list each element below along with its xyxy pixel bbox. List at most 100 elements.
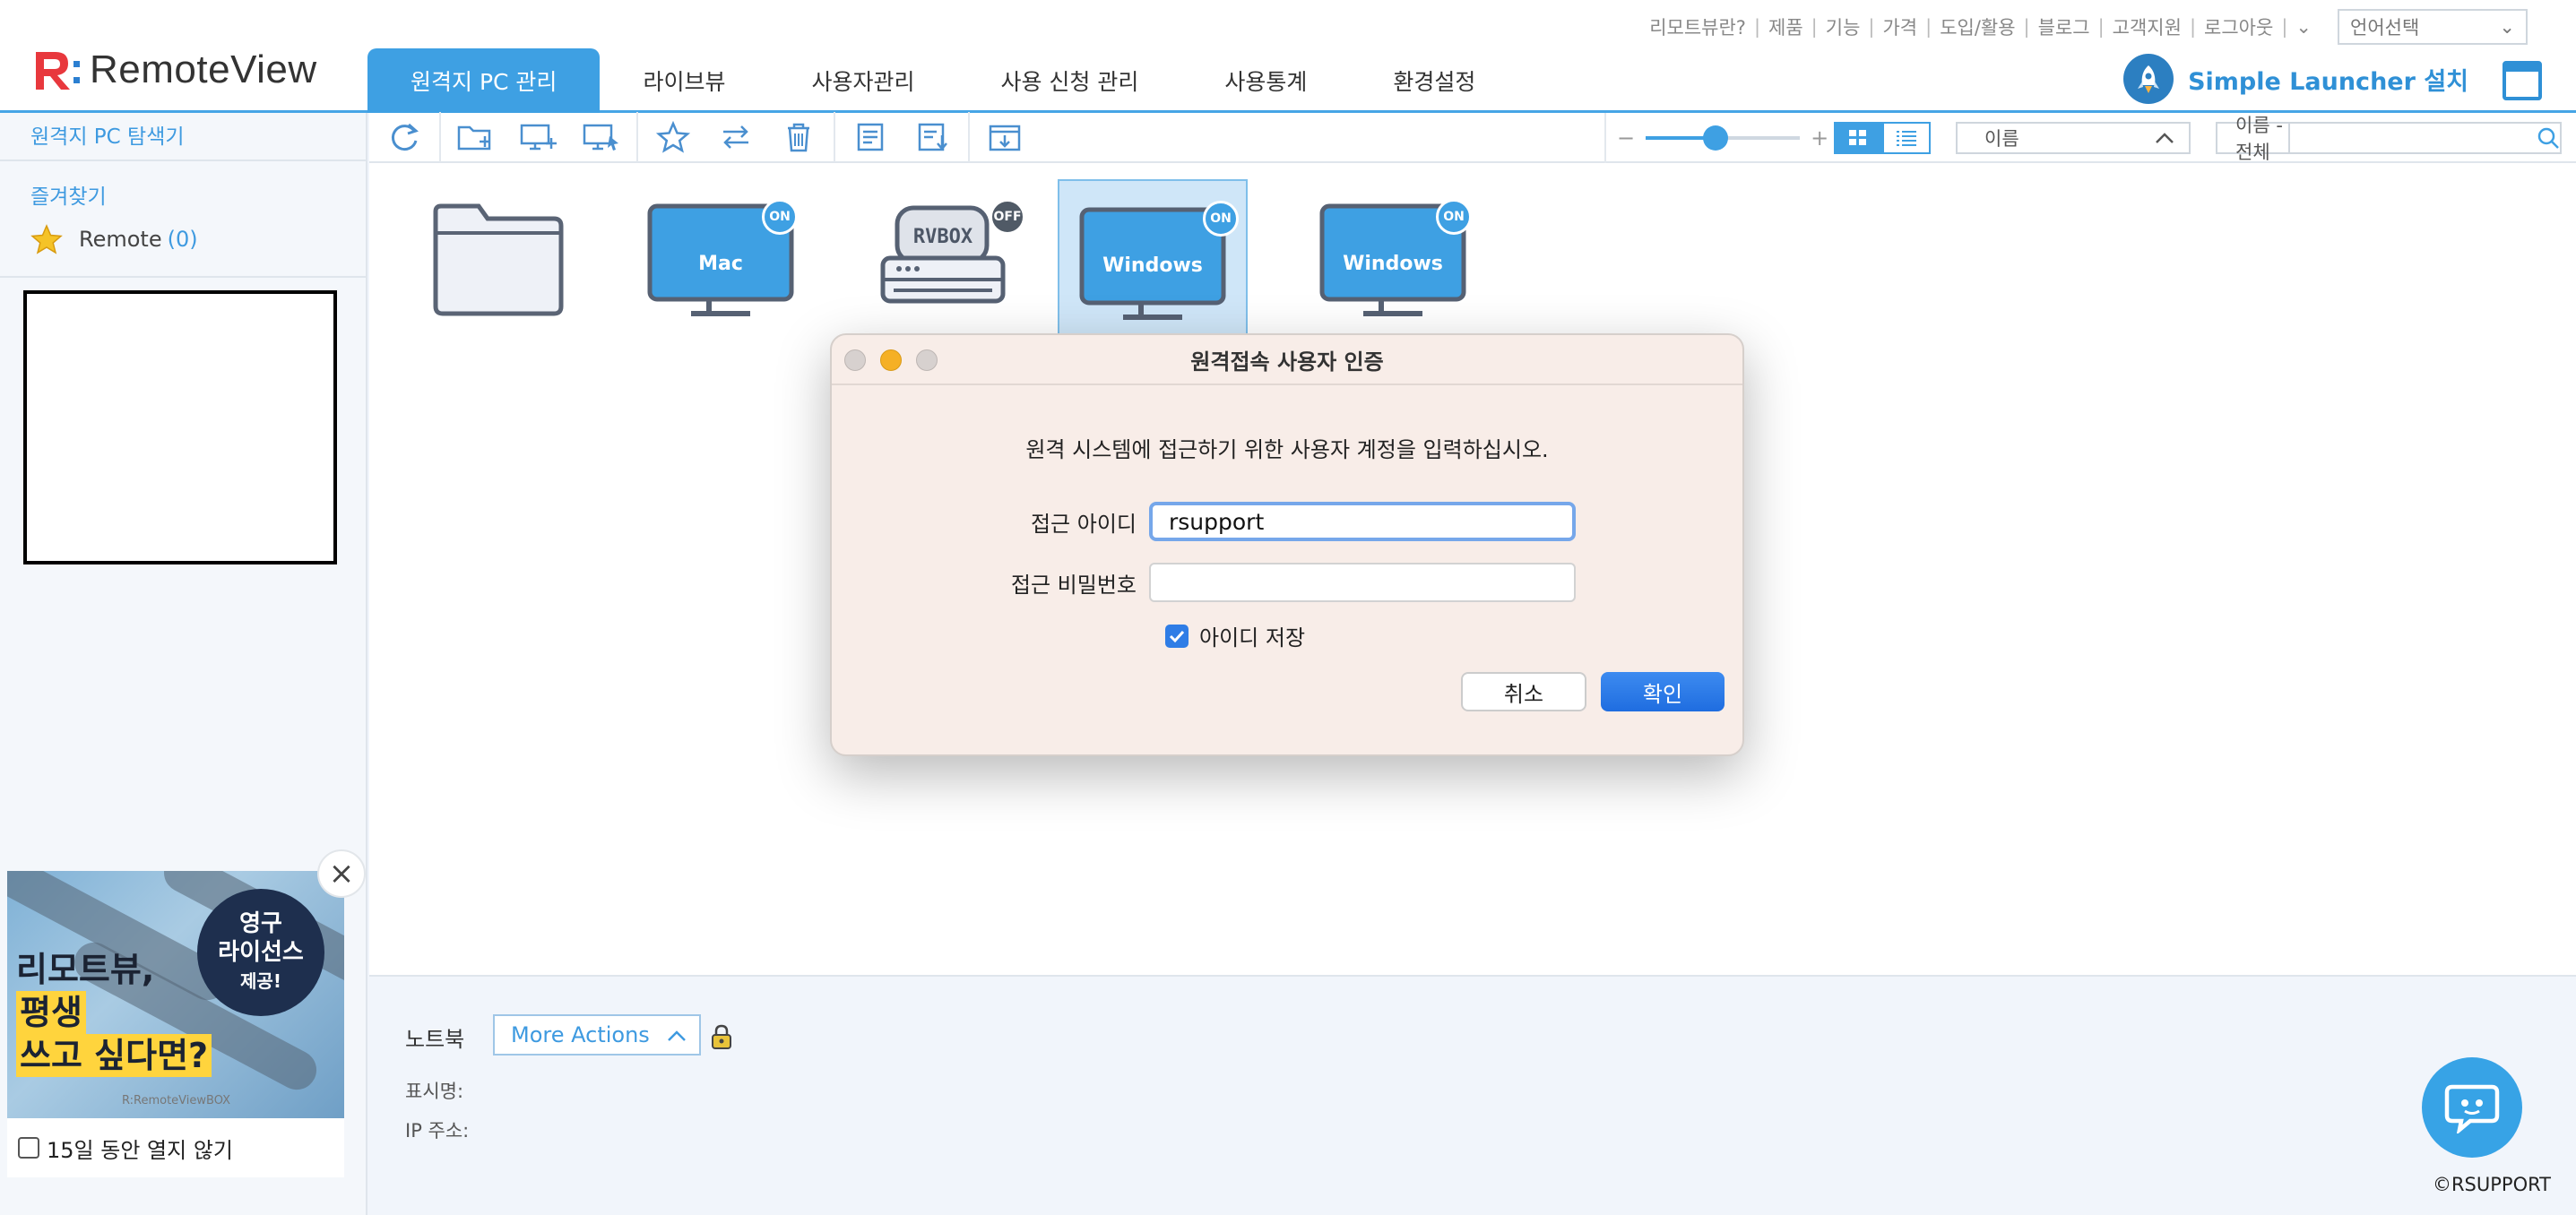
search-input[interactable] xyxy=(2290,124,2537,152)
language-select[interactable]: 언어선택 ⌄ xyxy=(2338,9,2528,45)
logo-mark-icon xyxy=(36,52,80,90)
tab-settings[interactable]: 환경설정 xyxy=(1350,48,1518,113)
status-badge: ON xyxy=(762,199,798,235)
chevron-down-icon: ⌄ xyxy=(2499,16,2515,38)
promo-line-1: 리모트뷰, xyxy=(16,950,155,989)
promo-badge: 영구 라이선스 제공! xyxy=(197,889,324,1016)
search-filter: 이름 - 전체 xyxy=(2216,115,2562,163)
simple-launcher-link[interactable]: Simple Launcher 설치 xyxy=(2123,54,2468,104)
tab-remote-pc[interactable]: 원격지 PC 관리 xyxy=(367,48,601,113)
pc-item[interactable]: RVBOX OFF xyxy=(848,177,1038,353)
link-product[interactable]: 제품 xyxy=(1760,13,1811,40)
memo-icon[interactable] xyxy=(839,112,902,162)
sidebar-title[interactable]: 원격지 PC 탐색기 xyxy=(0,113,366,161)
pc-item[interactable]: Mac ON xyxy=(626,177,816,353)
save-id-label[interactable]: 아이디 저장 xyxy=(1199,620,1305,651)
link-blog[interactable]: 블로그 xyxy=(2030,13,2098,40)
status-badge: ON xyxy=(1203,201,1239,237)
view-toggle xyxy=(1834,122,1931,154)
refresh-icon[interactable] xyxy=(373,112,436,162)
zoom-slider[interactable] xyxy=(1646,125,1801,151)
favorites-title[interactable]: 즐겨찾기 xyxy=(0,161,366,210)
promo-line-2: 평생 xyxy=(16,991,86,1034)
chevron-up-icon xyxy=(667,1022,687,1047)
promo-banner[interactable]: 리모트뷰, 평생 쓰고 싶다면? 영구 라이선스 제공! R:RemoteVie… xyxy=(7,871,344,1118)
pc-item[interactable]: Windows ON xyxy=(1298,177,1488,353)
grid-icon xyxy=(1849,130,1866,145)
tab-liveview[interactable]: 라이브뷰 xyxy=(600,48,768,113)
add-pc-icon[interactable] xyxy=(507,112,570,162)
ip-address-label: IP 주소: xyxy=(405,1120,470,1142)
link-adoption[interactable]: 도입/활용 xyxy=(1932,13,2023,40)
promo-badge-line-1: 영구 xyxy=(239,910,282,937)
info-panel: 노트북 More Actions 표시명: IP 주소: ©RSUPPORT xyxy=(369,975,2576,1215)
move-icon[interactable] xyxy=(705,112,767,162)
promo-badge-line-2: 라이선스 xyxy=(218,939,304,966)
zoom-slider-thumb[interactable] xyxy=(1702,125,1728,151)
zoom-in-button[interactable]: + xyxy=(1811,125,1828,151)
toolbar-group-add xyxy=(441,112,638,162)
more-actions-dropdown[interactable]: More Actions xyxy=(493,1014,701,1056)
password-label: 접근 비밀번호 xyxy=(1010,572,1137,598)
info-title: 노트북 xyxy=(405,1027,465,1052)
id-row: 접근 아이디 xyxy=(832,502,1742,541)
export-list-icon[interactable] xyxy=(902,112,964,162)
ok-button[interactable]: 확인 xyxy=(1601,672,1725,711)
pc-item-folder[interactable] xyxy=(403,177,593,353)
link-logout[interactable]: 로그아웃 xyxy=(2196,13,2281,40)
status-badge: ON xyxy=(1436,199,1472,235)
link-support[interactable]: 고객지원 xyxy=(2105,13,2190,40)
save-id-row: 아이디 저장 xyxy=(1165,620,1305,651)
pc-item-selected[interactable]: Windows ON xyxy=(1058,179,1248,355)
tab-users[interactable]: 사용자관리 xyxy=(768,48,957,113)
search-filter-label[interactable]: 이름 - 전체 xyxy=(2217,115,2290,163)
save-id-checkbox[interactable] xyxy=(1165,624,1189,648)
cancel-button[interactable]: 취소 xyxy=(1461,672,1586,711)
language-select-value: 언어선택 xyxy=(2350,17,2420,39)
zoom-out-button[interactable]: − xyxy=(1617,125,1635,151)
toolbar-group-docs xyxy=(835,112,970,162)
password-row: 접근 비밀번호 xyxy=(832,563,1742,602)
dont-show-checkbox[interactable] xyxy=(18,1137,39,1159)
select-pc-icon[interactable] xyxy=(570,112,633,162)
chevron-down-icon[interactable]: ⌄ xyxy=(2287,16,2320,38)
lock-icon[interactable] xyxy=(710,1023,733,1054)
tab-statistics[interactable]: 사용통계 xyxy=(1181,48,1350,113)
tab-requests[interactable]: 사용 신청 관리 xyxy=(957,48,1181,113)
rocket-icon xyxy=(2123,54,2174,104)
zoom-window-button[interactable] xyxy=(916,349,938,371)
close-icon[interactable]: × xyxy=(317,849,366,898)
password-field[interactable] xyxy=(1149,563,1576,602)
toolbar-group-edit xyxy=(638,112,835,162)
favorite-star-icon[interactable] xyxy=(642,112,705,162)
sort-select[interactable]: 이름 xyxy=(1956,122,2191,154)
link-features[interactable]: 기능 xyxy=(1818,13,1869,40)
list-view-button[interactable] xyxy=(1882,122,1931,154)
pc-label: Windows xyxy=(1343,253,1443,275)
new-folder-icon[interactable] xyxy=(445,112,507,162)
launcher-label: Simple Launcher 설치 xyxy=(2188,67,2468,96)
main-nav: 원격지 PC 관리 라이브뷰 사용자관리 사용 신청 관리 사용통계 환경설정 xyxy=(367,48,1518,113)
checkmark-icon xyxy=(1169,630,1185,642)
favorite-item-remote[interactable]: Remote (0) xyxy=(0,210,366,254)
promo-headline: 리모트뷰, 평생 쓰고 싶다면? xyxy=(16,948,212,1077)
window-icon[interactable] xyxy=(2503,61,2542,100)
link-about[interactable]: 리모트뷰란? xyxy=(1641,13,1754,40)
delete-icon[interactable] xyxy=(767,112,830,162)
link-pricing[interactable]: 가격 xyxy=(1874,13,1925,40)
logo-text: RemoteView xyxy=(90,47,317,91)
favorite-item-count: (0) xyxy=(167,227,198,252)
grid-view-button[interactable] xyxy=(1834,122,1882,154)
dont-show-label[interactable]: 15일 동안 열지 않기 xyxy=(47,1133,233,1164)
remoteview-logo[interactable]: RemoteView xyxy=(32,47,317,93)
chatbot-button[interactable] xyxy=(2422,1057,2522,1158)
id-field[interactable] xyxy=(1149,502,1576,541)
close-window-button[interactable] xyxy=(844,349,866,371)
minimize-window-button[interactable] xyxy=(880,349,902,371)
dialog-titlebar: 원격접속 사용자 인증 xyxy=(832,335,1742,385)
chevron-up-icon xyxy=(2155,127,2174,149)
zoom-control: − + xyxy=(1604,113,1828,163)
search-icon[interactable] xyxy=(2537,124,2560,152)
download-icon[interactable] xyxy=(973,112,1036,162)
promo-footer: 15일 동안 열지 않기 xyxy=(7,1118,344,1177)
